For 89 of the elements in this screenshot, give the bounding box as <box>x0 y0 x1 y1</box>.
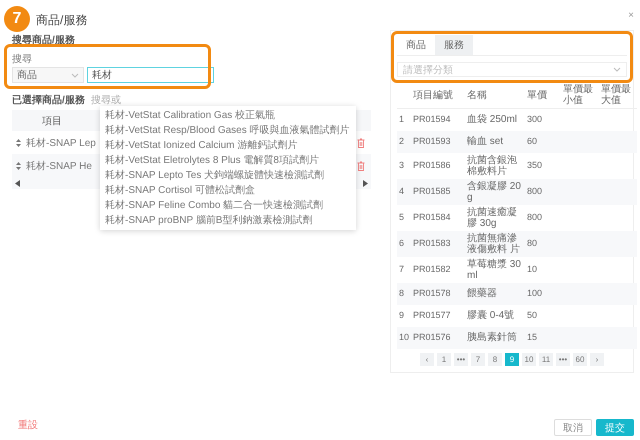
table-cell: 抗菌速癒凝膠 30g <box>465 204 525 230</box>
table-cell: 胰島素針筒 <box>465 326 525 348</box>
table-cell: 800 <box>525 204 561 230</box>
suggestion-item[interactable]: 耗材-VetStat Calibration Gas 校正氣瓶 <box>100 108 356 123</box>
page-button[interactable]: 11 <box>539 352 553 366</box>
table-cell: PR01593 <box>411 130 465 152</box>
suggestion-item[interactable]: 耗材-VetStat Ionized Calcium 游離鈣試劑片 <box>100 138 356 153</box>
close-button[interactable]: × <box>628 10 634 21</box>
suggestion-item[interactable]: 耗材-SNAP Cortisol 可體松試劑盒 <box>100 183 356 198</box>
cancel-button[interactable]: 取消 <box>554 419 592 436</box>
column-header: 單價 <box>525 82 561 108</box>
table-cell: 15 <box>525 326 561 348</box>
table-cell: PR01582 <box>411 256 465 282</box>
tab[interactable]: 商品 <box>397 35 435 55</box>
page-button[interactable]: 8 <box>488 352 502 366</box>
hint-text: 搜尋或 <box>90 94 121 107</box>
search-field[interactable]: 耗材 <box>87 67 214 83</box>
page-button[interactable]: 10 <box>522 352 536 366</box>
row-number: 4 <box>397 178 411 204</box>
table-cell: 300 <box>525 108 561 130</box>
table-cell: 60 <box>525 130 561 152</box>
table-cell: 抗菌含銀泡棉敷料片 <box>465 152 525 178</box>
table-cell: 800 <box>525 178 561 204</box>
drag-handle-icon[interactable] <box>16 138 21 146</box>
table-cell: 血袋 250ml <box>465 108 525 130</box>
page-button[interactable]: 60 <box>573 352 587 366</box>
table-cell: PR01577 <box>411 304 465 326</box>
previous-page-button[interactable]: ‹ <box>420 352 434 366</box>
trash-icon[interactable] <box>357 160 365 170</box>
row-number: 1 <box>397 108 411 130</box>
page-button[interactable]: ••• <box>454 352 468 366</box>
table-cell: 含銀凝膠 20g <box>465 178 525 204</box>
suggestion-item[interactable]: 耗材-SNAP Lepto Tes 犬鉤端螺旋體快速檢測試劑 <box>100 168 356 183</box>
table-cell: PR01585 <box>411 178 465 204</box>
row-number: 10 <box>397 326 411 348</box>
row-number: 2 <box>397 130 411 152</box>
chevron-icon <box>71 72 79 78</box>
category-select[interactable]: 商品 <box>12 67 84 83</box>
column-header: 單價最小值 <box>561 82 599 108</box>
scroll-left-icon[interactable] <box>15 180 20 186</box>
table-cell: 80 <box>525 230 561 256</box>
table-cell: 100 <box>525 282 561 304</box>
column-header: 名稱 <box>465 82 525 108</box>
next-page-button[interactable]: › <box>590 352 604 366</box>
row-number: 6 <box>397 230 411 256</box>
field-label: 搜尋 <box>12 52 33 66</box>
page-button[interactable]: ••• <box>556 352 570 366</box>
table-cell: 抗菌無痛滲液傷敷料 片 <box>465 230 525 256</box>
chevron-icon <box>613 67 621 72</box>
table-cell: PR01584 <box>411 204 465 230</box>
table-cell: 350 <box>525 152 561 178</box>
table-cell: 10 <box>525 256 561 282</box>
page-button[interactable]: 7 <box>471 352 485 366</box>
suggestion-item[interactable]: 耗材-VetStat Eletrolytes 8 Plus 電解質8項試劑片 <box>100 153 356 168</box>
table-cell: PR01594 <box>411 108 465 130</box>
table-cell: 膠囊 0-4號 <box>465 304 525 326</box>
submit-button[interactable]: 提交 <box>596 419 634 436</box>
suggestion-item[interactable]: 耗材-SNAP Feline Combo 貓二合一快速檢測試劑 <box>100 198 356 213</box>
table-cell: 餵藥器 <box>465 282 525 304</box>
page-button[interactable]: 9 <box>505 352 519 366</box>
row-number: 5 <box>397 204 411 230</box>
page-button[interactable]: 1 <box>437 352 451 366</box>
column-header: 項目編號 <box>411 82 465 108</box>
row-number: 9 <box>397 304 411 326</box>
scroll-right-icon[interactable] <box>363 180 368 186</box>
table-cell-text: 耗材-SNAP Lep <box>26 136 96 150</box>
table-cell: PR01583 <box>411 230 465 256</box>
table-cell: 草莓糖漿 30ml <box>465 256 525 282</box>
column-header: 單價最大值 <box>599 82 637 108</box>
table-cell: PR01578 <box>411 282 465 304</box>
trash-icon[interactable] <box>357 138 365 148</box>
row-number: 8 <box>397 282 411 304</box>
table-cell: PR01576 <box>411 326 465 348</box>
table-cell: 輸血 set <box>465 130 525 152</box>
reset-link[interactable]: 重設 <box>18 418 38 432</box>
suggestion-item[interactable]: 耗材-VetStat Resp/Blood Gases 呼吸與血液氣體試劑片 <box>100 123 356 138</box>
drag-handle-icon[interactable] <box>16 162 21 170</box>
section-label: 搜尋商品/服務 <box>12 33 76 47</box>
table-cell-text: 耗材-SNAP He <box>26 160 92 172</box>
table-cell: 50 <box>525 304 561 326</box>
section-label: 已選擇商品/服務 <box>12 93 85 107</box>
step-badge: 7 <box>4 6 30 32</box>
suggestion-item[interactable]: 耗材-SNAP proBNP 腦前B型利鈉激素檢測試劑 <box>100 213 356 228</box>
table-cell: PR01586 <box>411 152 465 178</box>
column-header: 項目 <box>42 114 62 128</box>
dialog-title: 商品/服務 <box>36 12 88 29</box>
row-number: 7 <box>397 256 411 282</box>
row-number: 3 <box>397 152 411 178</box>
tab[interactable]: 服務 <box>435 35 473 55</box>
